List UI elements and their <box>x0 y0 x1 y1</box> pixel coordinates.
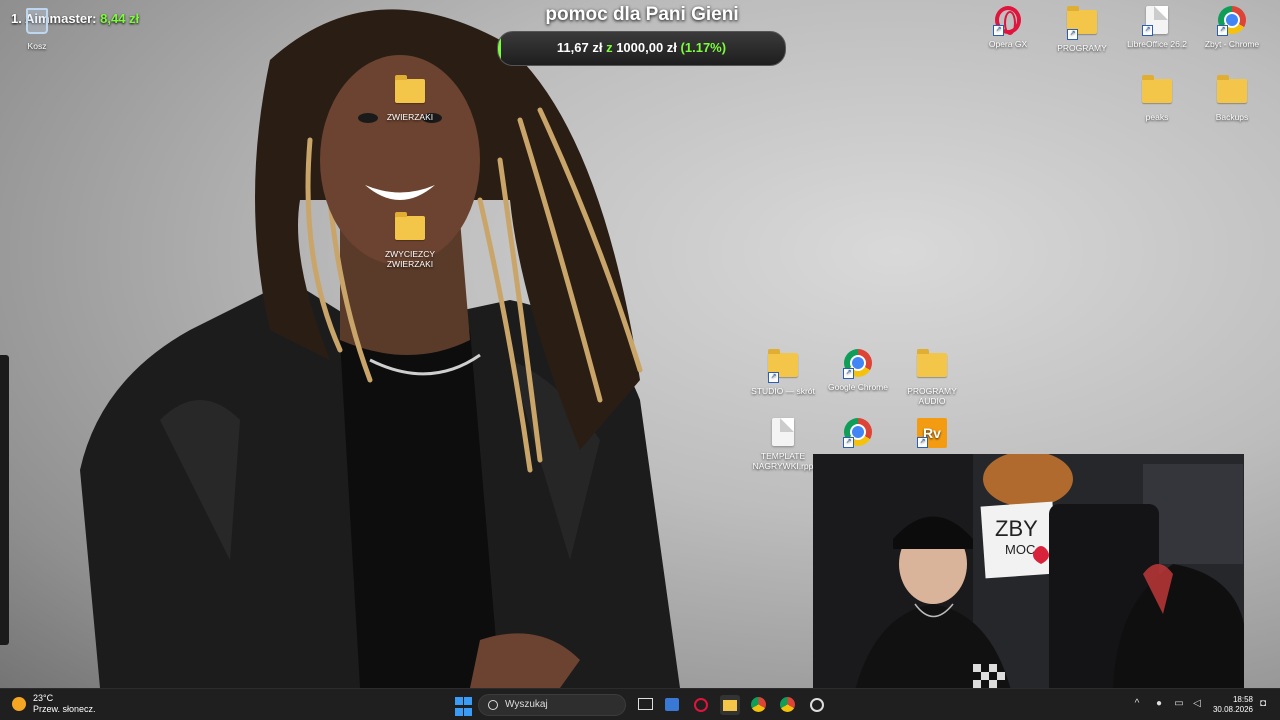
task-view-icon[interactable] <box>635 695 655 715</box>
chevron-up-icon[interactable]: ^ <box>1132 699 1142 709</box>
opera-gx-taskbar-icon[interactable] <box>691 695 711 715</box>
desktop-shortcut-opera-gx[interactable]: ↗ Opera GX <box>973 6 1043 49</box>
sun-icon <box>12 697 26 711</box>
obs-icon[interactable] <box>807 695 827 715</box>
desktop-shortcut-libreoffice[interactable]: ↗ LibreOffice 26.2 <box>1122 6 1192 49</box>
file-explorer-icon[interactable] <box>720 695 740 715</box>
chrome-profile-taskbar-icon[interactable] <box>778 695 798 715</box>
goal-target: 1000,00 zł <box>616 40 677 55</box>
goal-separator: z <box>606 40 613 55</box>
folder-icon <box>1217 75 1247 103</box>
weather-temperature: 23°C <box>33 693 54 703</box>
desktop-folder-zwyciezcy[interactable]: ZWYCIEZCY ZWIERZAKI <box>375 212 445 269</box>
volume-icon[interactable]: ◁ <box>1192 699 1202 709</box>
search-icon <box>488 700 498 710</box>
desktop-folder-zwierzaki[interactable]: ZWIERZAKI <box>375 75 445 122</box>
icon-label: ZWYCIEZCY ZWIERZAKI <box>384 249 436 269</box>
icon-label: peaks <box>1145 112 1169 122</box>
folder-icon <box>1142 75 1172 103</box>
icon-label: Backups <box>1215 112 1249 122</box>
folder-icon <box>917 349 947 377</box>
folder-icon <box>395 212 425 240</box>
icon-label: LibreOffice 26.2 <box>1127 39 1187 49</box>
recycle-bin-icon[interactable]: Kosz <box>2 8 72 51</box>
goal-progress-bar: 11,67 zł z 1000,00 zł (1.17%) <box>497 31 786 66</box>
search-box[interactable]: Wyszukaj <box>478 694 626 716</box>
desktop-folder-programy[interactable]: ↗ PROGRAMY <box>1047 6 1117 53</box>
goal-text: 11,67 zł z 1000,00 zł (1.17%) <box>498 40 785 55</box>
desktop-file-template[interactable]: TEMPLATE NAGRYWKI.rpp <box>748 418 818 471</box>
weather-widget[interactable]: 23°C Przew. słonecz. <box>12 693 96 715</box>
icon-label: ZWIERZAKI <box>386 112 434 122</box>
webcam-feed: ZBY MOC <box>813 454 1244 698</box>
icon-label: STUDIO — skrót <box>751 386 815 396</box>
network-icon[interactable]: ▭ <box>1174 699 1184 709</box>
desktop-shortcut-reaper[interactable]: ↗ <box>823 418 893 451</box>
notification-bell-icon[interactable]: ◘ <box>1258 699 1268 709</box>
clock-date: 30.08.2026 <box>1212 705 1253 714</box>
weather-description: Przew. słonecz. <box>33 704 96 714</box>
desktop-folder-backups[interactable]: Backups <box>1197 75 1267 122</box>
icon-label: PROGRAMY <box>1057 43 1107 53</box>
sign-text-line1: ZBY <box>995 516 1038 541</box>
search-placeholder: Wyszukaj <box>505 699 548 710</box>
left-edge-panel <box>0 355 9 645</box>
icon-label: TEMPLATE NAGRYWKI.rpp <box>752 451 814 471</box>
recycle-bin-glyph-icon <box>26 8 48 34</box>
goal-percent: (1.17%) <box>680 40 727 55</box>
desktop-folder-peaks[interactable]: peaks <box>1122 75 1192 122</box>
reaper-project-icon <box>772 418 794 446</box>
icon-label: Zbyt - Chrome <box>1204 39 1260 49</box>
icon-label: PROGRAMY AUDIO <box>907 386 957 406</box>
desktop-folder-programy-audio[interactable]: PROGRAMY AUDIO <box>897 349 967 406</box>
clock[interactable]: 18:58 30.08.2026 <box>1205 695 1253 715</box>
icon-label: Kosz <box>27 41 47 51</box>
microphone-icon[interactable]: ● <box>1154 699 1164 709</box>
goal-current: 11,67 zł <box>556 40 603 55</box>
store-icon[interactable] <box>662 695 682 715</box>
icon-label: Opera GX <box>988 39 1028 49</box>
desktop-shortcut-rv[interactable]: Rv ↗ <box>897 418 967 451</box>
chrome-taskbar-icon[interactable] <box>749 695 769 715</box>
clock-time: 18:58 <box>1232 695 1253 704</box>
icon-label: Google Chrome <box>827 382 888 392</box>
goal-title: pomoc dla Pani Gieni <box>545 4 739 25</box>
desktop-shortcut-zbyt-chrome[interactable]: ↗ Zbyt - Chrome <box>1197 6 1267 49</box>
folder-icon <box>395 75 425 103</box>
desktop-shortcut-google-chrome[interactable]: ↗ Google Chrome <box>823 349 893 392</box>
top-donor-amount: 8,44 zł <box>100 11 140 26</box>
desktop-shortcut-studio[interactable]: ↗ STUDIO — skrót <box>748 349 818 396</box>
desktop: 1. Aimmaster: 8,44 zł pomoc dla Pani Gie… <box>0 0 1280 698</box>
start-button[interactable] <box>455 697 475 717</box>
taskbar: 23°C Przew. słonecz. Wyszukaj ^ ● ▭ ◁ 18… <box>0 688 1280 720</box>
sign-text-line2: MOC <box>1005 542 1035 557</box>
